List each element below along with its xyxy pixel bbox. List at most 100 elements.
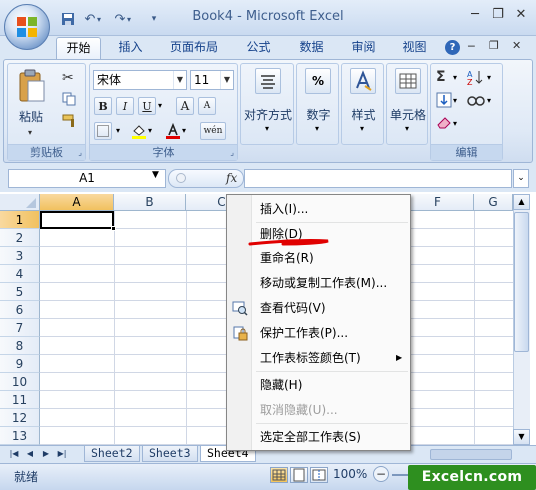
chevron-down-icon[interactable]: ▼: [173, 71, 186, 89]
zoom-level[interactable]: 100%: [333, 467, 367, 481]
help-icon[interactable]: ?: [445, 40, 460, 55]
first-sheet-icon[interactable]: |◀: [8, 447, 20, 461]
redo-dropdown-icon[interactable]: ▾: [124, 10, 134, 28]
save-icon[interactable]: [58, 10, 78, 28]
clipboard-launcher-icon[interactable]: ⌟: [78, 148, 82, 157]
row-header[interactable]: 1: [0, 211, 40, 229]
sheet-tab[interactable]: Sheet2: [84, 446, 140, 462]
underline-button[interactable]: U: [138, 97, 156, 115]
borders-button[interactable]: [94, 122, 112, 140]
number-button[interactable]: % 数字 ▾: [296, 63, 339, 145]
ribbon-restore-icon[interactable]: ❐: [489, 39, 499, 52]
autosum-icon[interactable]: Σ: [436, 69, 446, 85]
phonetic-button[interactable]: wén: [200, 122, 226, 140]
close-icon[interactable]: ✕: [510, 6, 532, 24]
row-header[interactable]: 3: [0, 247, 40, 265]
font-name-combo[interactable]: 宋体 ▼: [93, 70, 187, 90]
cut-icon[interactable]: ✂: [62, 70, 74, 86]
page-break-view-icon[interactable]: [310, 467, 328, 483]
scroll-down-icon[interactable]: ▼: [513, 429, 530, 445]
fill-color-button[interactable]: [130, 122, 148, 140]
tab-page-layout[interactable]: 页面布局: [163, 37, 225, 59]
menu-item-view-code[interactable]: 查看代码(V): [260, 298, 408, 318]
active-cell[interactable]: [40, 211, 114, 229]
italic-button[interactable]: I: [116, 97, 134, 115]
paste-dropdown-icon[interactable]: ▾: [28, 128, 32, 137]
row-header[interactable]: 4: [0, 265, 40, 283]
find-select-icon[interactable]: [467, 92, 485, 108]
customize-qat-icon[interactable]: ▾: [146, 10, 162, 28]
restore-icon[interactable]: ❐: [487, 6, 509, 24]
scroll-thumb[interactable]: [514, 212, 529, 352]
column-header[interactable]: B: [114, 194, 186, 211]
menu-item-move-copy[interactable]: 移动或复制工作表(M)...: [260, 273, 408, 293]
row-header[interactable]: 8: [0, 337, 40, 355]
ribbon-close-icon[interactable]: ✕: [512, 39, 521, 52]
menu-item-select-all-sheets[interactable]: 选定全部工作表(S): [260, 427, 408, 447]
last-sheet-icon[interactable]: ▶|: [56, 447, 68, 461]
row-header[interactable]: 12: [0, 409, 40, 427]
copy-icon[interactable]: [62, 92, 76, 106]
tab-formulas[interactable]: 公式: [236, 37, 281, 59]
row-header[interactable]: 11: [0, 391, 40, 409]
tab-data[interactable]: 数据: [289, 37, 334, 59]
row-header[interactable]: 2: [0, 229, 40, 247]
menu-item-rename[interactable]: 重命名(R): [260, 248, 408, 268]
tab-home[interactable]: 开始: [56, 37, 101, 59]
sheet-tab[interactable]: Sheet3: [142, 446, 198, 462]
tab-insert[interactable]: 插入: [108, 37, 153, 59]
alignment-button[interactable]: 对齐方式 ▾: [240, 63, 294, 145]
cells-button[interactable]: 单元格 ▾: [386, 63, 428, 145]
sort-dropdown-icon[interactable]: ▾: [487, 73, 491, 82]
row-header[interactable]: 7: [0, 319, 40, 337]
scroll-up-icon[interactable]: ▲: [513, 194, 530, 210]
name-box[interactable]: A1: [8, 169, 166, 188]
fill-dropdown-icon[interactable]: ▾: [453, 96, 457, 105]
tab-view[interactable]: 视图: [392, 37, 437, 59]
font-color-button[interactable]: [164, 122, 182, 140]
column-header[interactable]: A: [40, 194, 114, 211]
zoom-out-icon[interactable]: −: [373, 466, 389, 482]
page-layout-view-icon[interactable]: [290, 467, 308, 483]
horizontal-scrollbar[interactable]: [430, 449, 512, 460]
shrink-font-button[interactable]: A: [198, 97, 216, 115]
select-all-corner[interactable]: [0, 194, 40, 211]
find-dropdown-icon[interactable]: ▾: [487, 96, 491, 105]
menu-item-hide[interactable]: 隐藏(H): [260, 375, 408, 395]
row-header[interactable]: 13: [0, 427, 40, 445]
font-size-combo[interactable]: 11 ▼: [190, 70, 234, 90]
formula-input[interactable]: [244, 169, 512, 188]
styles-button[interactable]: 样式 ▾: [341, 63, 384, 145]
chevron-down-icon[interactable]: ▼: [152, 170, 159, 180]
expand-formula-bar-icon[interactable]: ⌄: [513, 169, 529, 188]
row-header[interactable]: 9: [0, 355, 40, 373]
menu-item-insert[interactable]: 插入(I)...: [260, 199, 408, 219]
row-header[interactable]: 10: [0, 373, 40, 391]
fill-color-dropdown-icon[interactable]: ▾: [148, 126, 152, 135]
column-header[interactable]: F: [402, 194, 474, 211]
grow-font-button[interactable]: A: [176, 97, 194, 115]
sort-filter-icon[interactable]: AZ: [467, 69, 485, 87]
normal-view-icon[interactable]: [270, 467, 288, 483]
next-sheet-icon[interactable]: ▶: [40, 447, 52, 461]
clear-icon[interactable]: [436, 115, 452, 129]
row-header[interactable]: 5: [0, 283, 40, 301]
column-header[interactable]: G: [474, 194, 513, 211]
row-header[interactable]: 6: [0, 301, 40, 319]
menu-item-protect-sheet[interactable]: 保护工作表(P)...: [260, 323, 408, 343]
minimize-icon[interactable]: ─: [464, 6, 486, 24]
paste-button[interactable]: [14, 68, 48, 108]
ribbon-minimize-icon[interactable]: ─: [468, 40, 475, 53]
clear-dropdown-icon[interactable]: ▾: [453, 119, 457, 128]
prev-sheet-icon[interactable]: ◀: [24, 447, 36, 461]
chevron-down-icon[interactable]: ▼: [220, 71, 233, 89]
bold-button[interactable]: B: [94, 97, 112, 115]
menu-item-delete[interactable]: 删除(D): [260, 224, 408, 244]
undo-dropdown-icon[interactable]: ▾: [94, 10, 104, 28]
autosum-dropdown-icon[interactable]: ▾: [453, 73, 457, 82]
font-color-dropdown-icon[interactable]: ▾: [182, 126, 186, 135]
menu-item-tab-color[interactable]: 工作表标签颜色(T): [260, 348, 408, 368]
insert-function-button[interactable]: fx: [226, 171, 237, 185]
underline-dropdown-icon[interactable]: ▾: [158, 101, 162, 110]
fill-icon[interactable]: [436, 92, 452, 108]
